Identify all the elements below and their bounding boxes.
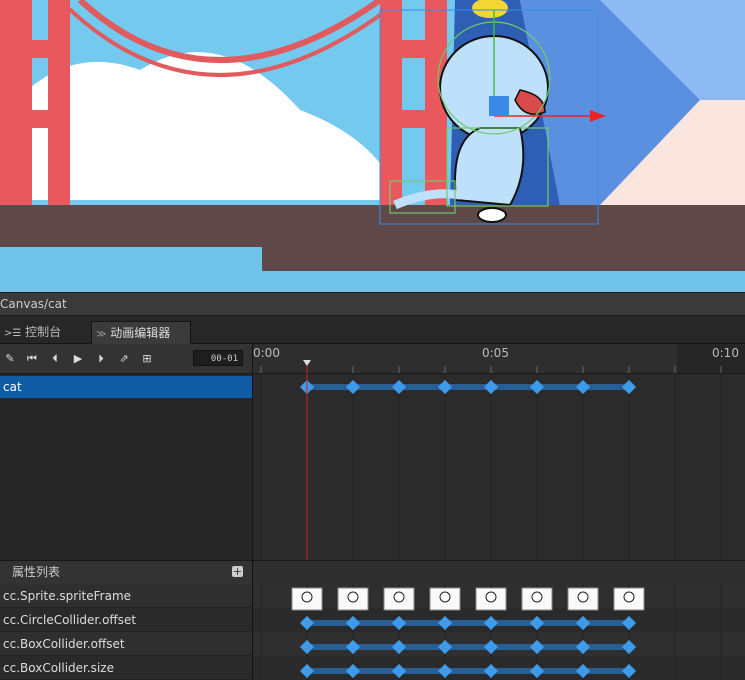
- properties-timeline-header: [253, 560, 745, 584]
- edit-icon[interactable]: ✎: [3, 352, 17, 366]
- time-ruler[interactable]: 0:00 0:05 0:10: [253, 344, 745, 374]
- previous-frame-icon[interactable]: ⏴: [48, 352, 62, 366]
- property-row[interactable]: cc.BoxCollider.offset: [0, 632, 252, 656]
- tab-animation-editor[interactable]: ≫ 动画编辑器: [91, 321, 191, 344]
- property-track[interactable]: [253, 656, 745, 680]
- property-row[interactable]: cc.Sprite.spriteFrame: [0, 584, 252, 608]
- jump-to-start-icon[interactable]: ⏮: [25, 352, 39, 366]
- tab-console-label: 控制台: [25, 325, 62, 339]
- current-time-input[interactable]: 00-01: [193, 350, 243, 366]
- scene-artwork: [0, 0, 745, 292]
- property-timelines[interactable]: [253, 584, 745, 680]
- property-list: cc.Sprite.spriteFrame cc.CircleCollider.…: [0, 584, 252, 680]
- console-icon: >☰: [4, 328, 22, 339]
- animation-icon: ≫: [96, 329, 107, 340]
- next-frame-icon[interactable]: ⏵: [94, 352, 108, 366]
- panel-tab-bar: >☰ 控制台 ≫ 动画编辑器: [0, 316, 745, 344]
- node-list: cat: [0, 374, 252, 560]
- property-row[interactable]: cc.CircleCollider.offset: [0, 608, 252, 632]
- property-row[interactable]: cc.BoxCollider.size: [0, 656, 252, 680]
- node-item-cat[interactable]: cat: [0, 376, 252, 398]
- plus-icon[interactable]: +: [232, 566, 243, 577]
- properties-header: 属性列表 +: [0, 560, 252, 584]
- node-path-breadcrumb: Canvas/cat: [0, 292, 745, 316]
- node-timeline[interactable]: [253, 374, 745, 560]
- tab-console[interactable]: >☰ 控制台: [0, 321, 69, 344]
- ruler-label: 0:10: [712, 346, 739, 360]
- ruler-label: 0:05: [482, 346, 509, 360]
- tab-animation-label: 动画编辑器: [110, 326, 171, 340]
- breadcrumb-label: Canvas/cat: [0, 297, 67, 311]
- animation-toolbar: ✎ ⏮ ⏴ ▶ ⏵ ⇗ ⊞ 00-01: [0, 344, 252, 374]
- scene-viewport[interactable]: [0, 0, 745, 292]
- ruler-label: 0:00: [253, 346, 280, 360]
- property-track[interactable]: [253, 608, 745, 632]
- add-event-icon[interactable]: ⇗: [117, 352, 131, 366]
- properties-title: 属性列表: [12, 565, 61, 579]
- add-clip-icon[interactable]: ⊞: [140, 352, 154, 366]
- play-icon[interactable]: ▶: [71, 352, 85, 366]
- property-track[interactable]: [253, 632, 745, 656]
- property-track[interactable]: [253, 584, 745, 608]
